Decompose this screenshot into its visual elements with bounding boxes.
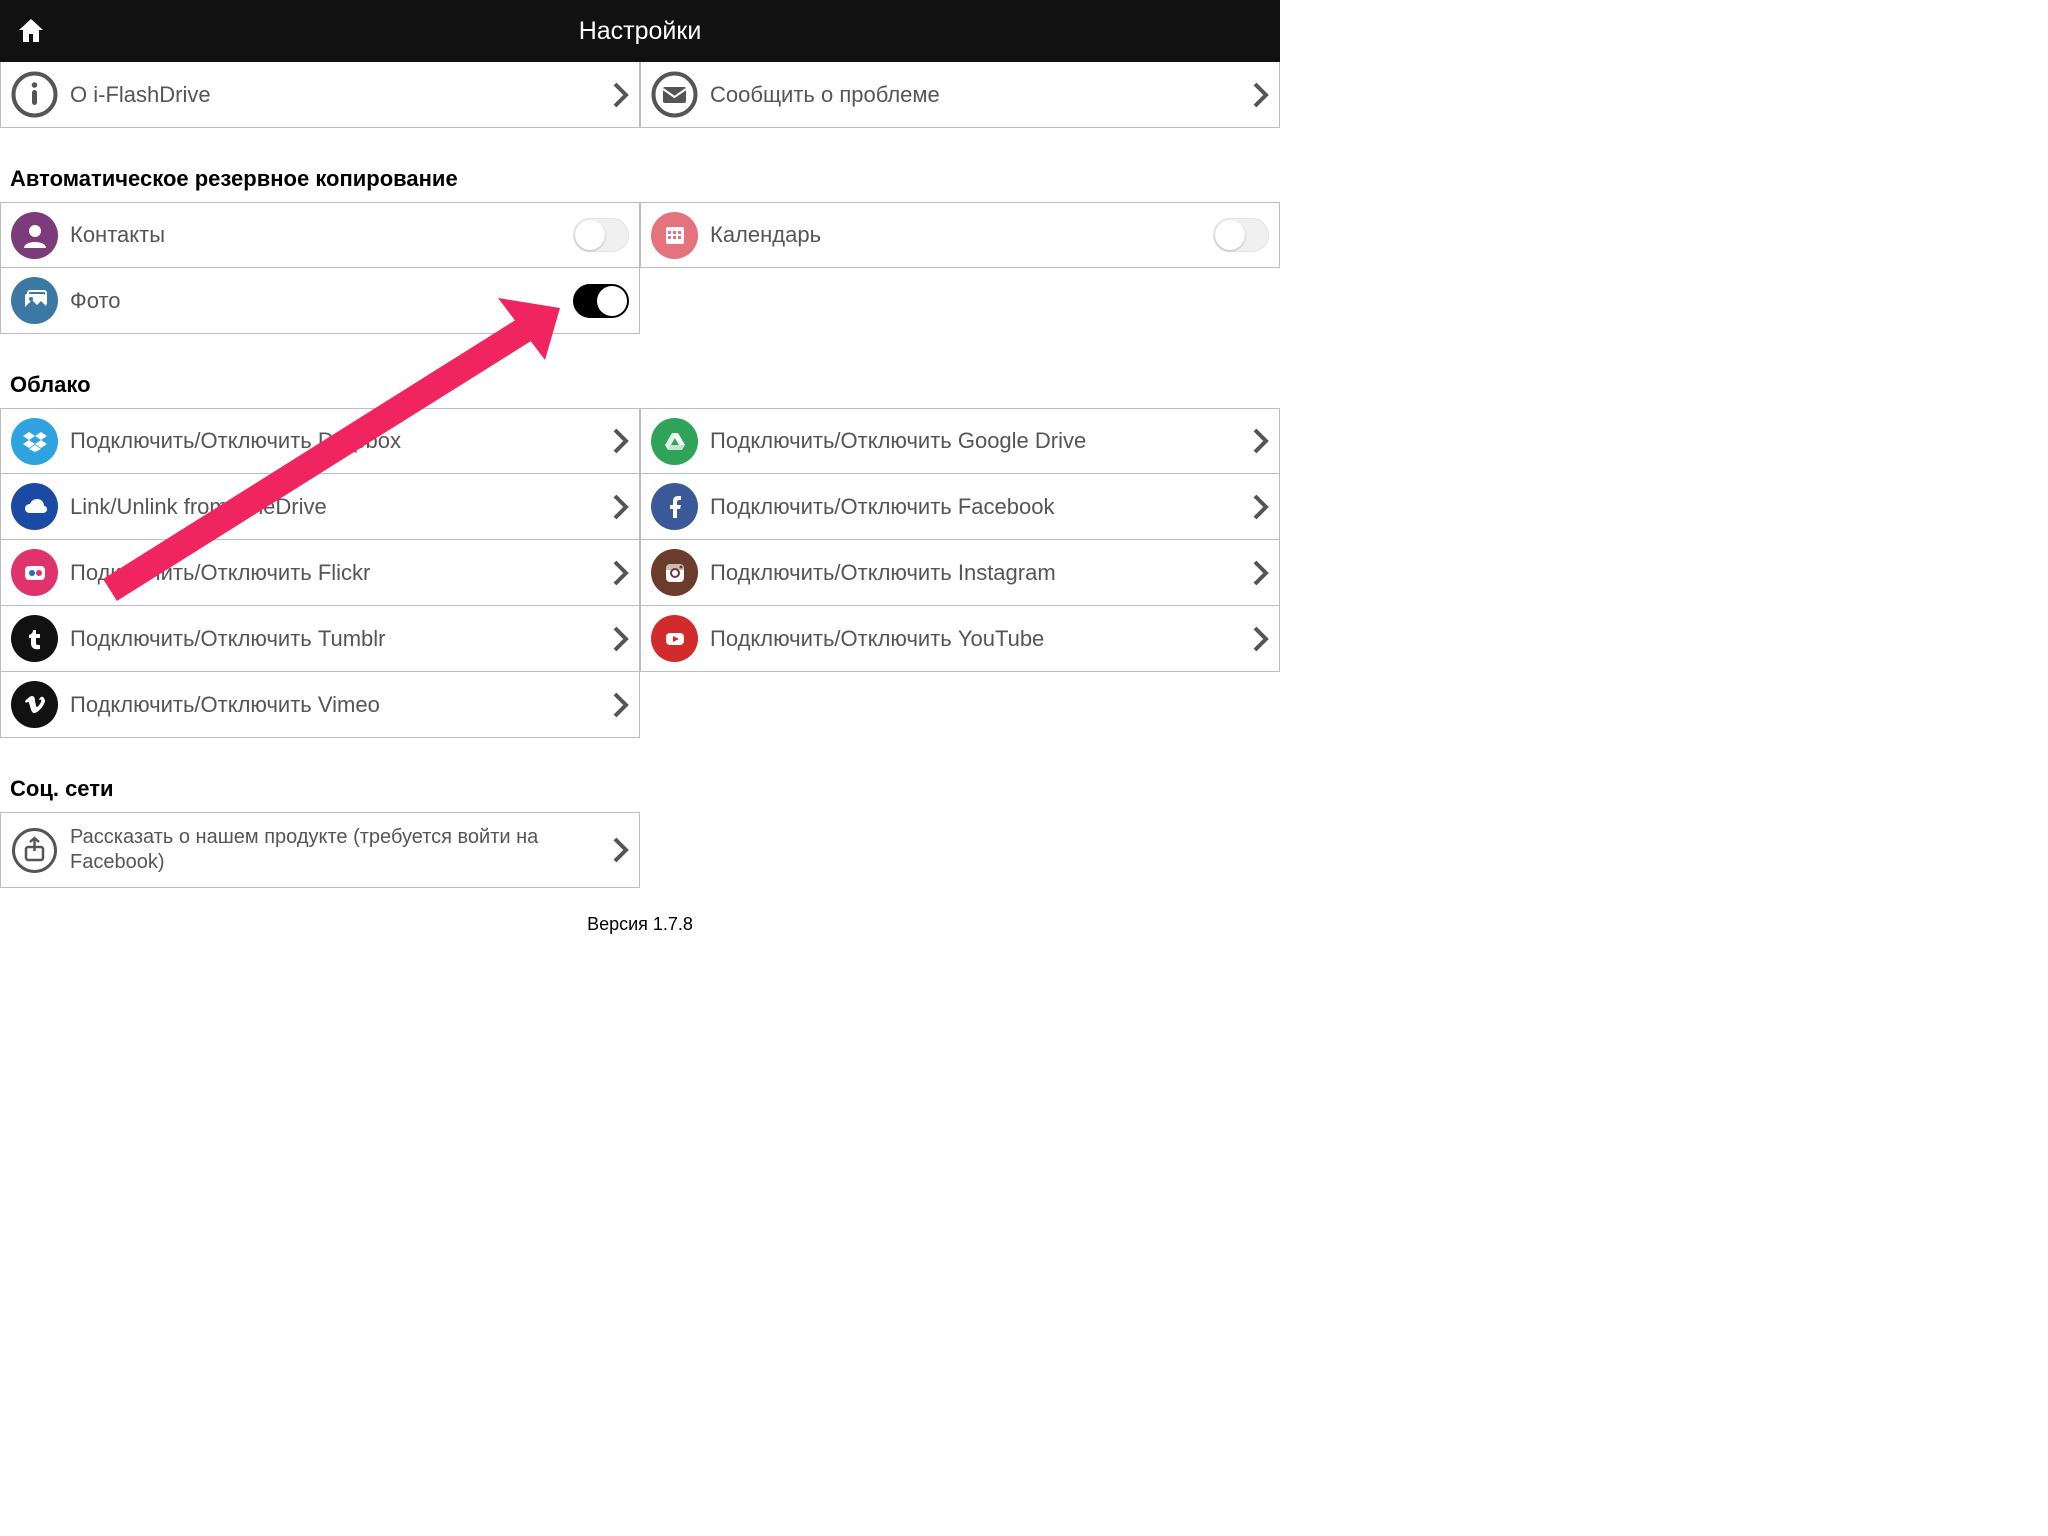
cloud-facebook-label: Подключить/Отключить Facebook	[710, 494, 1253, 520]
cloud-vimeo-row[interactable]: Подключить/Отключить Vimeo	[0, 672, 640, 738]
social-share-label: Рассказать о нашем продукте (требуется в…	[70, 825, 613, 875]
report-problem-label: Сообщить о проблеме	[710, 82, 1253, 108]
section-title-cloud: Облако	[0, 334, 1280, 408]
cloud-vimeo-label: Подключить/Отключить Vimeo	[70, 692, 613, 718]
section-title-backup: Автоматическое резервное копирование	[0, 128, 1280, 202]
home-icon	[16, 17, 46, 45]
backup-calendar-row: Календарь	[640, 202, 1280, 268]
chevron-right-icon	[613, 494, 629, 520]
backup-contacts-toggle[interactable]	[573, 218, 629, 252]
cloud-youtube-label: Подключить/Отключить YouTube	[710, 626, 1253, 652]
chevron-right-icon	[1253, 560, 1269, 586]
onedrive-icon	[11, 483, 58, 530]
backup-contacts-row: Контакты	[0, 202, 640, 268]
chevron-right-icon	[1253, 626, 1269, 652]
backup-calendar-label: Календарь	[710, 222, 1213, 248]
cloud-dropbox-label: Подключить/Отключить Dropbox	[70, 428, 613, 454]
chevron-right-icon	[613, 692, 629, 718]
chevron-right-icon	[613, 560, 629, 586]
cloud-flickr-label: Подключить/Отключить Flickr	[70, 560, 613, 586]
social-share-row[interactable]: Рассказать о нашем продукте (требуется в…	[0, 812, 640, 888]
cloud-instagram-label: Подключить/Отключить Instagram	[710, 560, 1253, 586]
instagram-icon	[651, 549, 698, 596]
dropbox-icon	[11, 418, 58, 465]
share-icon	[11, 827, 58, 874]
cloud-onedrive-label: Link/Unlink from OneDrive	[70, 494, 613, 520]
info-icon	[11, 71, 58, 118]
gdrive-icon	[651, 418, 698, 465]
social-section: Рассказать о нашем продукте (требуется в…	[0, 812, 1280, 888]
chevron-right-icon	[613, 626, 629, 652]
backup-contacts-label: Контакты	[70, 222, 573, 248]
version-label: Версия 1.7.8	[0, 914, 1280, 935]
chevron-right-icon	[613, 428, 629, 454]
backup-calendar-toggle[interactable]	[1213, 218, 1269, 252]
about-row[interactable]: О i-FlashDrive	[0, 62, 640, 128]
about-label: О i-FlashDrive	[70, 82, 613, 108]
chevron-right-icon	[613, 837, 629, 863]
cloud-onedrive-row[interactable]: Link/Unlink from OneDrive	[0, 474, 640, 540]
backup-section: Контакты Фото Календарь	[0, 202, 1280, 334]
backup-photo-row: Фото	[0, 268, 640, 334]
cloud-tumblr-label: Подключить/Отключить Tumblr	[70, 626, 613, 652]
vimeo-icon	[11, 681, 58, 728]
cloud-instagram-row[interactable]: Подключить/Отключить Instagram	[640, 540, 1280, 606]
tumblr-icon	[11, 615, 58, 662]
cloud-tumblr-row[interactable]: Подключить/Отключить Tumblr	[0, 606, 640, 672]
report-problem-row[interactable]: Сообщить о проблеме	[640, 62, 1280, 128]
chevron-right-icon	[1253, 428, 1269, 454]
backup-photo-label: Фото	[70, 288, 573, 314]
photo-icon	[11, 277, 58, 324]
cloud-flickr-row[interactable]: Подключить/Отключить Flickr	[0, 540, 640, 606]
app-header: Настройки	[0, 0, 1280, 62]
cloud-dropbox-row[interactable]: Подключить/Отключить Dropbox	[0, 408, 640, 474]
home-button[interactable]	[0, 0, 62, 62]
chevron-right-icon	[1253, 494, 1269, 520]
cloud-gdrive-label: Подключить/Отключить Google Drive	[710, 428, 1253, 454]
mail-icon	[651, 71, 698, 118]
calendar-icon	[651, 212, 698, 259]
chevron-right-icon	[613, 82, 629, 108]
flickr-icon	[11, 549, 58, 596]
top-links: О i-FlashDrive Сообщить о проблеме	[0, 62, 1280, 128]
contacts-icon	[11, 212, 58, 259]
facebook-icon	[651, 483, 698, 530]
cloud-facebook-row[interactable]: Подключить/Отключить Facebook	[640, 474, 1280, 540]
page-title: Настройки	[0, 17, 1280, 46]
cloud-section: Подключить/Отключить Dropbox Link/Unlink…	[0, 408, 1280, 738]
cloud-youtube-row[interactable]: Подключить/Отключить YouTube	[640, 606, 1280, 672]
youtube-icon	[651, 615, 698, 662]
section-title-social: Соц. сети	[0, 738, 1280, 812]
chevron-right-icon	[1253, 82, 1269, 108]
backup-photo-toggle[interactable]	[573, 284, 629, 318]
cloud-gdrive-row[interactable]: Подключить/Отключить Google Drive	[640, 408, 1280, 474]
